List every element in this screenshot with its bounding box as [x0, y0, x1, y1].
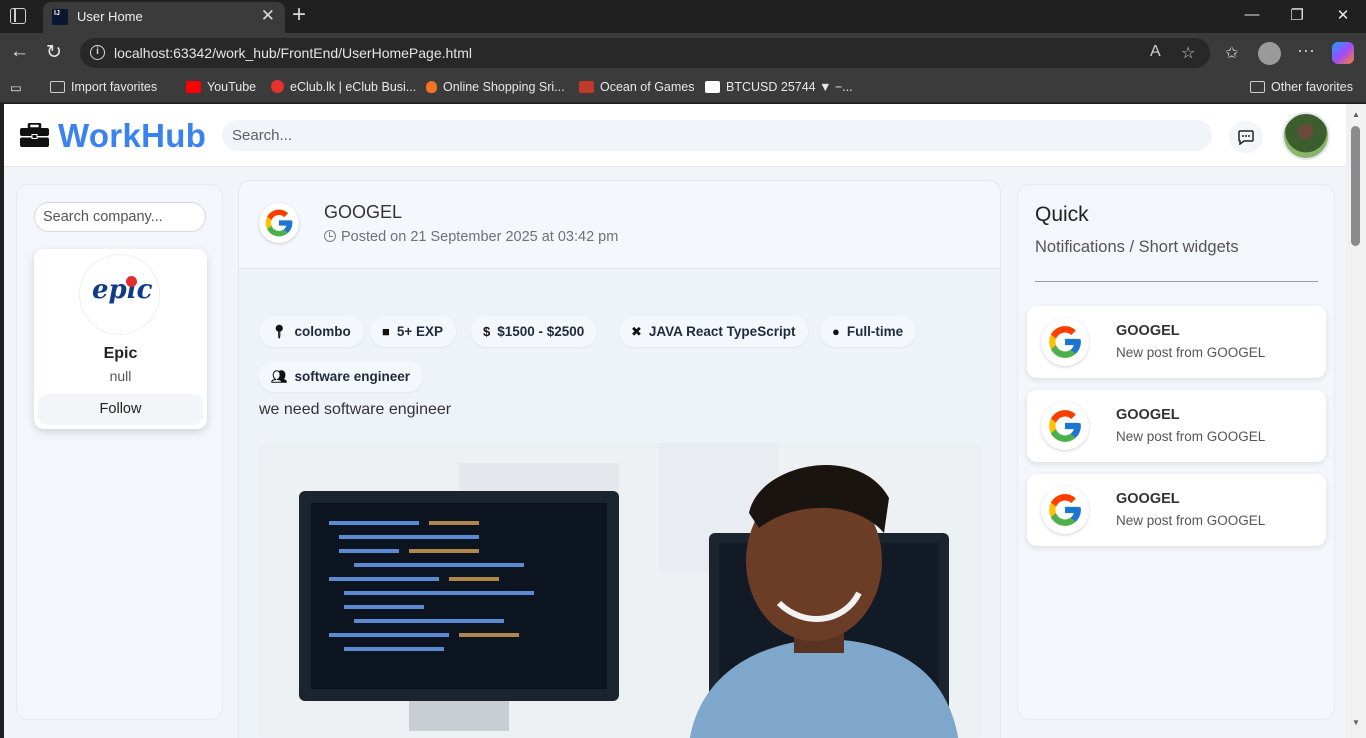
tab-title: User Home: [77, 9, 143, 24]
company-sidebar: epic Epic null Follow: [16, 184, 223, 720]
read-aloud-icon[interactable]: A: [1150, 43, 1161, 61]
tab-strip: User Home ✕ + — ❐ ✕: [0, 0, 1366, 33]
dollar-icon: $: [483, 324, 491, 339]
follow-button[interactable]: Follow: [38, 394, 203, 425]
chip-job-type: ● Full-time: [820, 316, 917, 347]
chat-icon: [1238, 130, 1254, 145]
favorites-icon[interactable]: ✩: [1225, 43, 1238, 63]
refresh-icon[interactable]: ↻: [46, 41, 62, 64]
page-viewport: WorkHub epic Epic null Follow: [4, 104, 1346, 738]
user-avatar[interactable]: [1282, 112, 1330, 160]
notification-card[interactable]: GOOGEL New post from GOOGEL: [1027, 390, 1326, 462]
post-company-name[interactable]: GOOGEL: [324, 202, 402, 223]
brand-logo[interactable]: WorkHub: [58, 117, 206, 155]
company-card[interactable]: epic Epic null Follow: [34, 249, 207, 429]
messages-button[interactable]: [1229, 121, 1263, 153]
eclub-icon: [271, 80, 284, 93]
bookmark-shopping[interactable]: Online Shopping Sri...: [426, 80, 565, 94]
notification-title: GOOGEL: [1116, 491, 1180, 507]
tools-icon: ✖: [631, 324, 642, 339]
bookmark-btcusd[interactable]: BTCUSD 25744 ▼ −...: [705, 80, 853, 94]
intellij-favicon-icon: [52, 9, 68, 25]
map-pin-icon: 📍︎: [271, 324, 288, 339]
tradingview-icon: [705, 81, 720, 93]
bookmark-import[interactable]: Import favorites: [50, 80, 157, 94]
company-subtitle: null: [109, 368, 132, 384]
developer-photo: [259, 443, 981, 738]
restore-icon[interactable]: ❐: [1274, 6, 1320, 24]
close-tab-icon[interactable]: ✕: [261, 6, 275, 26]
profile-icon[interactable]: [1258, 42, 1281, 65]
company-logo: epic: [79, 254, 160, 335]
scroll-up-icon[interactable]: ▲: [1352, 110, 1360, 119]
other-favorites[interactable]: Other favorites: [1250, 80, 1353, 94]
sidebar-toggle-icon[interactable]: [10, 8, 26, 24]
notification-text: New post from GOOGEL: [1116, 345, 1266, 360]
briefcase-icon: [20, 123, 49, 147]
bookmark-youtube[interactable]: YouTube: [186, 80, 256, 94]
notification-text: New post from GOOGEL: [1116, 429, 1266, 444]
google-logo-icon: [1041, 486, 1089, 534]
notification-title: GOOGEL: [1116, 323, 1180, 339]
bookmark-eclub[interactable]: eClub.lk | eClub Busi...: [271, 80, 416, 94]
import-icon: [50, 81, 65, 93]
tab-user-home[interactable]: User Home ✕: [43, 2, 285, 33]
briefcase-small-icon: ■: [382, 324, 390, 339]
minimize-icon[interactable]: —: [1229, 6, 1275, 23]
page-scrollbar[interactable]: ▲ ▼: [1346, 104, 1366, 738]
url-field[interactable]: i localhost:63342/work_hub/FrontEnd/User…: [80, 38, 1210, 68]
notification-text: New post from GOOGEL: [1116, 513, 1266, 528]
company-search-input[interactable]: [34, 202, 206, 232]
daraz-icon: [426, 81, 437, 93]
google-logo-icon: [1041, 318, 1089, 366]
reading-view-icon[interactable]: ▭: [10, 80, 22, 95]
chip-role: 👥︎ software engineer: [259, 361, 424, 392]
site-info-icon[interactable]: i: [90, 45, 105, 60]
notification-card[interactable]: GOOGEL New post from GOOGEL: [1027, 474, 1326, 546]
youtube-icon: [186, 81, 201, 93]
clock-icon: [324, 230, 336, 242]
more-options-icon[interactable]: ···: [1297, 40, 1315, 61]
google-logo-icon: [1041, 402, 1089, 450]
chip-experience: ■ 5+ EXP: [370, 316, 457, 347]
chip-location: 📍︎ colombo: [259, 316, 364, 347]
divider: [1035, 281, 1318, 282]
chip-skills: ✖ JAVA React TypeScript: [619, 316, 809, 347]
address-bar: ← ↻ i localhost:63342/work_hub/FrontEnd/…: [0, 33, 1366, 73]
url-text[interactable]: localhost:63342/work_hub/FrontEnd/UserHo…: [114, 45, 472, 61]
close-window-icon[interactable]: ✕: [1320, 6, 1366, 24]
notification-card[interactable]: GOOGEL New post from GOOGEL: [1027, 306, 1326, 378]
quick-subtitle: Notifications / Short widgets: [1035, 238, 1239, 256]
post-description: we need software engineer: [259, 401, 452, 418]
chip-salary: $ $1500 - $2500: [471, 316, 598, 347]
quick-title: Quick: [1035, 203, 1089, 226]
bookmark-ocean-of-games[interactable]: Ocean of Games: [579, 80, 695, 94]
copilot-icon[interactable]: [1332, 42, 1354, 64]
scroll-thumb[interactable]: [1351, 126, 1360, 246]
company-name: Epic: [103, 345, 138, 362]
post-date: Posted on 21 September 2025 at 03:42 pm: [324, 229, 618, 245]
folder-icon: [1250, 81, 1265, 93]
new-tab-icon[interactable]: +: [292, 2, 306, 28]
job-post-card: GOOGEL Posted on 21 September 2025 at 03…: [238, 180, 1001, 738]
post-image: [259, 443, 981, 738]
back-icon[interactable]: ←: [10, 41, 29, 63]
company-logo-text: epic: [92, 275, 153, 305]
bookmarks-bar: ▭ Import favorites YouTube eClub.lk | eC…: [0, 73, 1366, 103]
google-logo-icon: [259, 203, 299, 243]
favorite-star-icon[interactable]: ☆: [1181, 43, 1195, 63]
users-icon: 👥︎: [271, 369, 288, 384]
clock-solid-icon: ●: [832, 324, 840, 339]
scroll-down-icon[interactable]: ▼: [1352, 718, 1360, 727]
notification-title: GOOGEL: [1116, 407, 1180, 423]
logo-dot: [126, 276, 137, 287]
quick-panel: Quick Notifications / Short widgets GOOG…: [1017, 184, 1335, 720]
post-header: GOOGEL Posted on 21 September 2025 at 03…: [239, 181, 1000, 269]
search-input[interactable]: [222, 120, 1212, 151]
gamepad-icon: [579, 81, 594, 93]
site-header: WorkHub: [4, 104, 1346, 167]
